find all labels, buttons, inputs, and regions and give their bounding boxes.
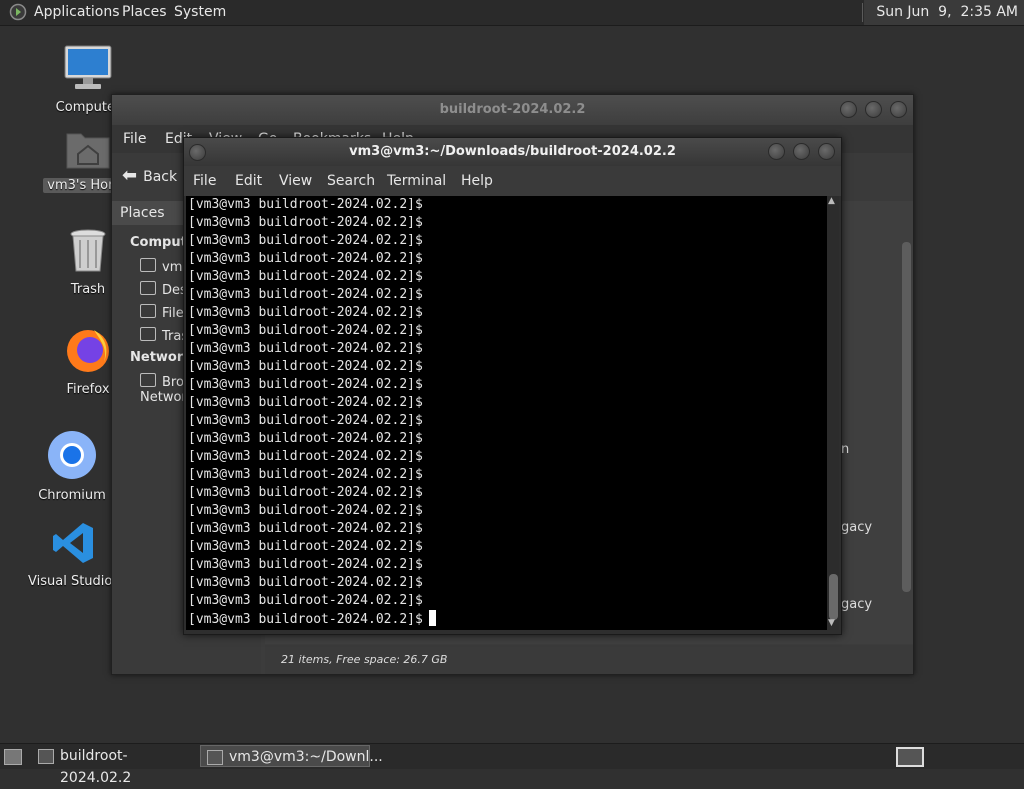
scrollbar-thumb[interactable]	[829, 574, 838, 620]
terminal-line: [vm3@vm3 buildroot-2024.02.2]$	[188, 557, 423, 572]
sidebar-header-label: Places	[120, 205, 165, 221]
terminal-line: [vm3@vm3 buildroot-2024.02.2]$	[188, 215, 423, 230]
show-desktop-icon[interactable]	[4, 749, 22, 765]
window-controls	[768, 143, 835, 160]
drive-icon	[140, 304, 156, 318]
desktop-icon-vscode[interactable]: Visual Studio Code	[24, 520, 150, 589]
back-button[interactable]: ⬅ Back	[122, 165, 177, 186]
applications-menu[interactable]: Applications	[34, 4, 120, 20]
menu-file[interactable]: File	[193, 173, 216, 189]
close-button[interactable]	[818, 143, 835, 160]
folder-icon	[38, 749, 54, 764]
terminal-line: [vm3@vm3 buildroot-2024.02.2]$	[188, 323, 423, 338]
back-label: Back	[143, 169, 178, 185]
window-title: buildroot-2024.02.2	[439, 102, 586, 117]
terminal-line: [vm3@vm3 buildroot-2024.02.2]$	[188, 251, 423, 266]
terminal-titlebar[interactable]: vm3@vm3:~/Downloads/buildroot-2024.02.2	[184, 138, 841, 166]
terminal-line: [vm3@vm3 buildroot-2024.02.2]$	[188, 305, 423, 320]
taskbar-item-label: buildroot-2024.02.2	[60, 748, 132, 786]
applications-menu-icon[interactable]	[8, 3, 28, 21]
vscode-icon	[53, 523, 93, 563]
clock[interactable]: Sun Jun 9, 2:35 AM	[862, 0, 1024, 25]
menu-view[interactable]: View	[279, 173, 312, 189]
terminal-line: [vm3@vm3 buildroot-2024.02.2]$	[188, 575, 423, 590]
menu-edit[interactable]: Edit	[235, 173, 262, 189]
trash-icon	[140, 327, 156, 341]
computer-icon	[64, 45, 112, 89]
file-manager-titlebar[interactable]: buildroot-2024.02.2	[112, 95, 913, 125]
system-menu[interactable]: System	[174, 4, 226, 20]
terminal-line: [vm3@vm3 buildroot-2024.02.2]$	[188, 233, 423, 248]
chromium-icon	[48, 431, 96, 479]
terminal-line: [vm3@vm3 buildroot-2024.02.2]$	[188, 593, 423, 608]
terminal-line: [vm3@vm3 buildroot-2024.02.2]$	[188, 467, 423, 482]
terminal-line: [vm3@vm3 buildroot-2024.02.2]$	[188, 539, 423, 554]
terminal-line: [vm3@vm3 buildroot-2024.02.2]$	[188, 197, 423, 212]
terminal-line: [vm3@vm3 buildroot-2024.02.2]$	[188, 269, 423, 284]
clock-text: Sun Jun 9, 2:35 AM	[876, 4, 1018, 20]
desktop-icon-label: Firefox	[66, 382, 110, 397]
file-list-scrollbar[interactable]	[902, 242, 911, 592]
desktop-icon	[140, 281, 156, 295]
minimize-button[interactable]	[840, 101, 857, 118]
prompt-text: [vm3@vm3 buildroot-2024.02.2]$	[188, 612, 423, 627]
terminal-line: [vm3@vm3 buildroot-2024.02.2]$	[188, 449, 423, 464]
menu-terminal[interactable]: Terminal	[387, 173, 446, 189]
window-title: vm3@vm3:~/Downloads/buildroot-2024.02.2	[349, 144, 676, 159]
scroll-down-arrow-icon[interactable]: ▼	[828, 618, 835, 628]
places-menu[interactable]: Places	[122, 4, 167, 20]
terminal-line: [vm3@vm3 buildroot-2024.02.2]$	[188, 287, 423, 302]
taskbar-item-file-manager[interactable]: buildroot-2024.02.2	[32, 745, 192, 786]
terminal-line: [vm3@vm3 buildroot-2024.02.2]$	[188, 359, 423, 374]
text-cursor	[428, 610, 436, 626]
maximize-button[interactable]	[793, 143, 810, 160]
minimize-button[interactable]	[768, 143, 785, 160]
back-arrow-icon: ⬅	[122, 165, 138, 186]
taskbar-item-label: vm3@vm3:~/Downl...	[229, 749, 383, 765]
terminal-line: [vm3@vm3 buildroot-2024.02.2]$	[188, 377, 423, 392]
desktop-icon-chromium[interactable]: Chromium	[22, 430, 122, 503]
status-bar: 21 items, Free space: 26.7 GB	[265, 645, 913, 674]
desktop-icon-label: Chromium	[38, 488, 106, 503]
clock-separator	[862, 3, 864, 22]
firefox-icon	[67, 330, 109, 372]
maximize-button[interactable]	[865, 101, 882, 118]
taskbar-item-terminal[interactable]: vm3@vm3:~/Downl...	[200, 745, 383, 767]
workspace-switcher[interactable]	[896, 747, 924, 767]
file-name-partial[interactable]: n	[841, 442, 849, 457]
home-folder-icon	[66, 133, 110, 169]
trash-icon	[70, 229, 106, 272]
terminal-line: [vm3@vm3 buildroot-2024.02.2]$	[188, 485, 423, 500]
close-button[interactable]	[890, 101, 907, 118]
terminal-menubar: File Edit View Search Terminal Help	[184, 166, 841, 196]
window-menu-button[interactable]	[189, 144, 206, 161]
terminal-icon	[207, 750, 223, 765]
desktop-icon-label: Trash	[70, 282, 106, 297]
terminal-line: [vm3@vm3 buildroot-2024.02.2]$	[188, 413, 423, 428]
network-icon	[140, 373, 156, 387]
file-name-partial[interactable]: gacy	[841, 597, 872, 612]
home-icon	[140, 258, 156, 272]
terminal-prompt-line: [vm3@vm3 buildroot-2024.02.2]$	[188, 610, 436, 628]
window-controls	[840, 101, 907, 118]
terminal-window[interactable]: vm3@vm3:~/Downloads/buildroot-2024.02.2 …	[183, 137, 842, 635]
top-panel: Applications Places System Sun Jun 9, 2:…	[0, 0, 1024, 26]
terminal-line: [vm3@vm3 buildroot-2024.02.2]$	[188, 395, 423, 410]
menu-search[interactable]: Search	[327, 173, 375, 189]
scroll-up-arrow-icon[interactable]: ▲	[828, 196, 835, 206]
status-text: 21 items, Free space: 26.7 GB	[281, 653, 448, 666]
terminal-line: [vm3@vm3 buildroot-2024.02.2]$	[188, 521, 423, 536]
terminal-output[interactable]: [vm3@vm3 buildroot-2024.02.2]$ [vm3@vm3 …	[186, 196, 827, 630]
menu-help[interactable]: Help	[461, 173, 493, 189]
file-name-partial[interactable]: gacy	[841, 520, 872, 535]
terminal-line: [vm3@vm3 buildroot-2024.02.2]$	[188, 341, 423, 356]
terminal-line: [vm3@vm3 buildroot-2024.02.2]$	[188, 431, 423, 446]
menu-file[interactable]: File	[123, 131, 146, 147]
terminal-scrollbar[interactable]: ▲ ▼	[827, 196, 839, 630]
bottom-panel: buildroot-2024.02.2 vm3@vm3:~/Downl...	[0, 743, 1024, 786]
terminal-line: [vm3@vm3 buildroot-2024.02.2]$	[188, 503, 423, 518]
